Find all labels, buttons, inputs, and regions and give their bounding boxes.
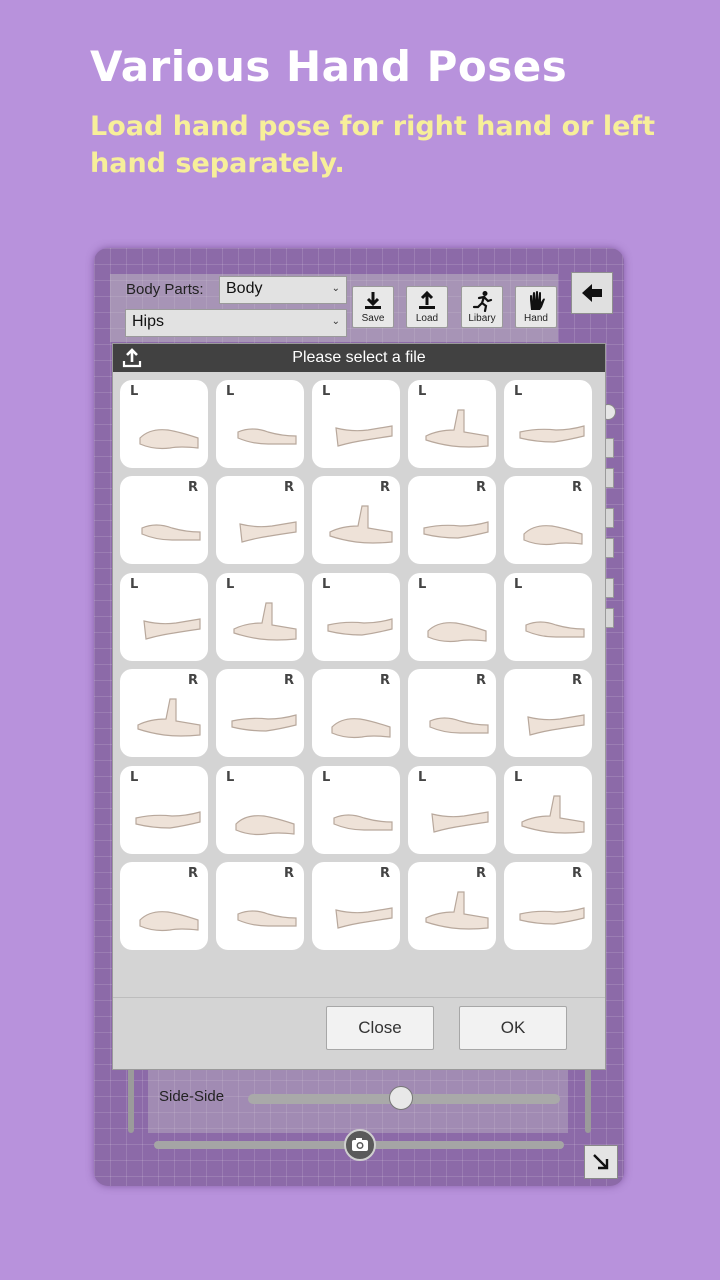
pose-tile[interactable]: R	[312, 476, 400, 564]
pose-tile[interactable]: R	[216, 476, 304, 564]
pose-tile[interactable]: R	[312, 669, 400, 757]
scrollbar[interactable]	[585, 1063, 591, 1133]
hand-icon	[530, 291, 545, 310]
side-side-label: Side-Side	[159, 1088, 225, 1105]
pose-tile[interactable]: R	[216, 862, 304, 950]
pose-tile[interactable]: R	[408, 476, 496, 564]
hand-side-label: L	[130, 384, 139, 399]
library-button[interactable]: Libary	[461, 286, 503, 328]
upload-icon	[419, 290, 435, 309]
pose-tile[interactable]: R	[120, 862, 208, 950]
dialog-title: Please select a file	[292, 349, 426, 366]
hand-side-label: L	[418, 770, 427, 785]
hand-side-label: L	[322, 770, 331, 785]
footer-divider	[113, 997, 605, 998]
slider-thumb[interactable]	[388, 1086, 413, 1110]
body-parts-select[interactable]: Body ⌄	[219, 276, 347, 304]
hand-side-label: L	[130, 770, 139, 785]
pose-tile[interactable]: L	[312, 766, 400, 854]
ok-button[interactable]: OK	[459, 1006, 567, 1050]
pose-tile[interactable]: L	[312, 380, 400, 468]
pose-tile[interactable]: R	[504, 669, 592, 757]
pose-tile[interactable]: R	[120, 669, 208, 757]
pose-tile[interactable]: R	[408, 669, 496, 757]
download-icon	[365, 292, 381, 309]
pose-tile[interactable]: L	[408, 766, 496, 854]
pose-tile[interactable]: L	[408, 380, 496, 468]
dialog-header: Please select a file	[113, 344, 605, 372]
save-button[interactable]: Save	[352, 286, 394, 328]
hand-side-label: L	[418, 577, 427, 592]
hand-side-label: R	[571, 480, 582, 495]
hand-side-label: R	[187, 673, 198, 688]
pose-tile[interactable]: L	[408, 573, 496, 661]
arrow-down-right-icon	[593, 1154, 609, 1170]
file-select-dialog: Please select a file L L L L L R R R R R L L L L L R R R R…	[112, 343, 606, 1070]
hand-label: Hand	[524, 313, 548, 324]
pose-tile[interactable]: L	[504, 766, 592, 854]
pose-tile[interactable]: R	[408, 862, 496, 950]
pose-tile[interactable]: R	[216, 669, 304, 757]
hand-side-label: R	[571, 866, 582, 881]
hand-side-label: R	[283, 866, 294, 881]
pose-tile[interactable]: L	[120, 380, 208, 468]
chevron-down-icon: ⌄	[331, 283, 340, 294]
promo-title: Various Hand Poses	[90, 42, 568, 91]
hand-side-label: R	[571, 673, 582, 688]
back-button[interactable]	[571, 272, 613, 314]
hand-side-label: R	[187, 866, 198, 881]
pose-tile[interactable]: L	[312, 573, 400, 661]
save-label: Save	[361, 313, 385, 324]
hand-side-label: L	[322, 384, 331, 399]
hand-side-label: L	[514, 770, 523, 785]
pose-tile[interactable]: R	[120, 476, 208, 564]
hand-button[interactable]: Hand	[515, 286, 557, 328]
hand-side-label: L	[514, 384, 523, 399]
library-label: Libary	[468, 313, 496, 324]
pose-tile[interactable]: L	[504, 573, 592, 661]
pose-tile[interactable]: L	[216, 766, 304, 854]
hand-side-label: L	[514, 577, 523, 592]
hand-side-label: L	[226, 577, 235, 592]
close-button[interactable]: Close	[326, 1006, 434, 1050]
promo-subtitle: Load hand pose for right hand or left ha…	[90, 111, 656, 179]
scrollbar[interactable]	[128, 1063, 134, 1133]
hand-side-label: R	[379, 480, 390, 495]
part-select-value: Hips	[132, 313, 165, 330]
body-parts-select-value: Body	[226, 280, 263, 297]
hand-side-label: R	[475, 480, 486, 495]
pose-tile[interactable]: R	[504, 862, 592, 950]
hand-side-label: L	[322, 577, 331, 592]
camera-button[interactable]	[344, 1129, 376, 1161]
hand-side-label: L	[130, 577, 139, 592]
hand-side-label: R	[283, 480, 294, 495]
running-person-icon	[472, 291, 493, 312]
hand-side-label: L	[226, 384, 235, 399]
hand-side-label: R	[283, 673, 294, 688]
pose-tile[interactable]: L	[120, 573, 208, 661]
hand-side-label: R	[379, 673, 390, 688]
hand-side-label: R	[187, 480, 198, 495]
hand-side-label: L	[226, 770, 235, 785]
load-button[interactable]: Load	[406, 286, 448, 328]
pose-tile[interactable]: R	[312, 862, 400, 950]
chevron-down-icon: ⌄	[331, 316, 340, 327]
hand-side-label: L	[418, 384, 427, 399]
pose-tile[interactable]: L	[120, 766, 208, 854]
upload-icon	[122, 348, 142, 368]
pose-tile[interactable]: L	[216, 573, 304, 661]
part-select[interactable]: Hips ⌄	[125, 309, 347, 337]
pose-tile[interactable]: L	[216, 380, 304, 468]
pose-tile[interactable]: R	[504, 476, 592, 564]
back-arrow-icon	[582, 284, 602, 302]
pose-tile[interactable]: L	[504, 380, 592, 468]
hand-side-label: R	[475, 866, 486, 881]
camera-icon	[352, 1138, 368, 1151]
load-label: Load	[415, 313, 439, 324]
resize-button[interactable]	[584, 1145, 618, 1179]
body-parts-label: Body Parts:	[126, 281, 204, 298]
hand-side-label: R	[475, 673, 486, 688]
hand-side-label: R	[379, 866, 390, 881]
